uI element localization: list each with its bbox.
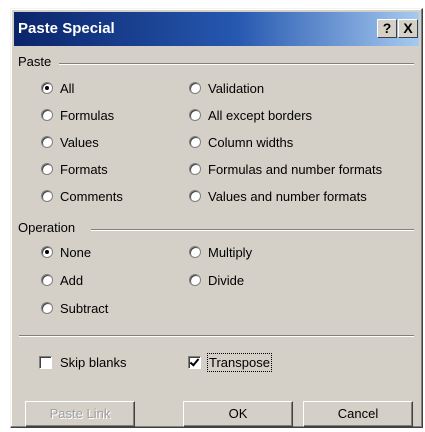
radio-button[interactable]	[189, 136, 201, 148]
cancel-button[interactable]: Cancel	[303, 401, 413, 427]
paste-option-column-widths[interactable]: Column widths	[189, 133, 293, 151]
paste-option-values-and-number-formats[interactable]: Values and number formats	[189, 187, 367, 205]
radio-button[interactable]	[41, 246, 53, 258]
paste-link-button[interactable]: Paste Link	[25, 401, 135, 427]
radio-button[interactable]	[189, 109, 201, 121]
paste-option-formats[interactable]: Formats	[41, 160, 108, 178]
paste-option-label: Formats	[60, 161, 108, 177]
radio-button[interactable]	[41, 109, 53, 121]
paste-option-formulas[interactable]: Formulas	[41, 106, 114, 124]
operation-option-label: Subtract	[60, 300, 109, 316]
checkbox[interactable]	[188, 355, 201, 369]
paste-separator	[59, 63, 414, 65]
paste-option-values[interactable]: Values	[41, 133, 99, 151]
transpose-checkbox[interactable]: Transpose	[188, 352, 272, 372]
paste-option-validation[interactable]: Validation	[189, 79, 264, 97]
paste-group-label: Paste	[18, 54, 52, 69]
skip-blanks-label: Skip blanks	[60, 354, 127, 370]
operation-option-divide[interactable]: Divide	[189, 271, 244, 289]
paste-option-all-except-borders[interactable]: All except borders	[189, 106, 312, 124]
ok-button[interactable]: OK	[183, 401, 293, 427]
paste-option-label: All except borders	[208, 107, 313, 123]
operation-separator	[91, 229, 414, 231]
operation-option-label: Multiply	[208, 244, 253, 260]
title-bar[interactable]: Paste Special ? X	[14, 12, 419, 46]
radio-button[interactable]	[189, 190, 201, 202]
radio-button[interactable]	[41, 82, 53, 94]
operation-option-label: Add	[60, 272, 84, 288]
paste-option-all[interactable]: All	[41, 79, 74, 97]
radio-button[interactable]	[41, 163, 53, 175]
radio-button[interactable]	[189, 274, 201, 286]
radio-button[interactable]	[41, 302, 53, 314]
skip-blanks-checkbox[interactable]: Skip blanks	[39, 353, 126, 371]
transpose-label: Transpose	[207, 352, 272, 372]
paste-option-label: Values and number formats	[208, 188, 367, 204]
checkbox[interactable]	[39, 355, 52, 369]
operation-option-none[interactable]: None	[41, 243, 91, 261]
radio-button[interactable]	[189, 82, 201, 94]
paste-option-comments[interactable]: Comments	[41, 187, 123, 205]
paste-option-label: Comments	[60, 188, 123, 204]
paste-option-label: Column widths	[208, 134, 294, 150]
help-icon[interactable]: ?	[377, 19, 397, 38]
close-icon[interactable]: X	[398, 19, 418, 38]
operation-option-label: Divide	[208, 272, 245, 288]
dialog-title: Paste Special	[18, 20, 115, 37]
options-separator	[19, 335, 414, 337]
operation-option-label: None	[60, 244, 92, 260]
radio-button[interactable]	[41, 136, 53, 148]
radio-button[interactable]	[41, 274, 53, 286]
operation-group-label: Operation	[18, 220, 76, 235]
paste-option-label: Formulas and number formats	[208, 161, 383, 177]
paste-option-label: All	[60, 80, 75, 96]
radio-button[interactable]	[189, 246, 201, 258]
radio-button[interactable]	[41, 190, 53, 202]
paste-option-label: Validation	[208, 80, 265, 96]
operation-option-subtract[interactable]: Subtract	[41, 299, 108, 317]
paste-option-label: Formulas	[60, 107, 115, 123]
paste-option-formulas-and-number-formats[interactable]: Formulas and number formats	[189, 160, 382, 178]
operation-option-add[interactable]: Add	[41, 271, 83, 289]
paste-special-dialog: Paste Special ? X Paste All Formulas Val…	[10, 8, 423, 428]
operation-option-multiply[interactable]: Multiply	[189, 243, 252, 261]
paste-option-label: Values	[60, 134, 99, 150]
radio-button[interactable]	[189, 163, 201, 175]
